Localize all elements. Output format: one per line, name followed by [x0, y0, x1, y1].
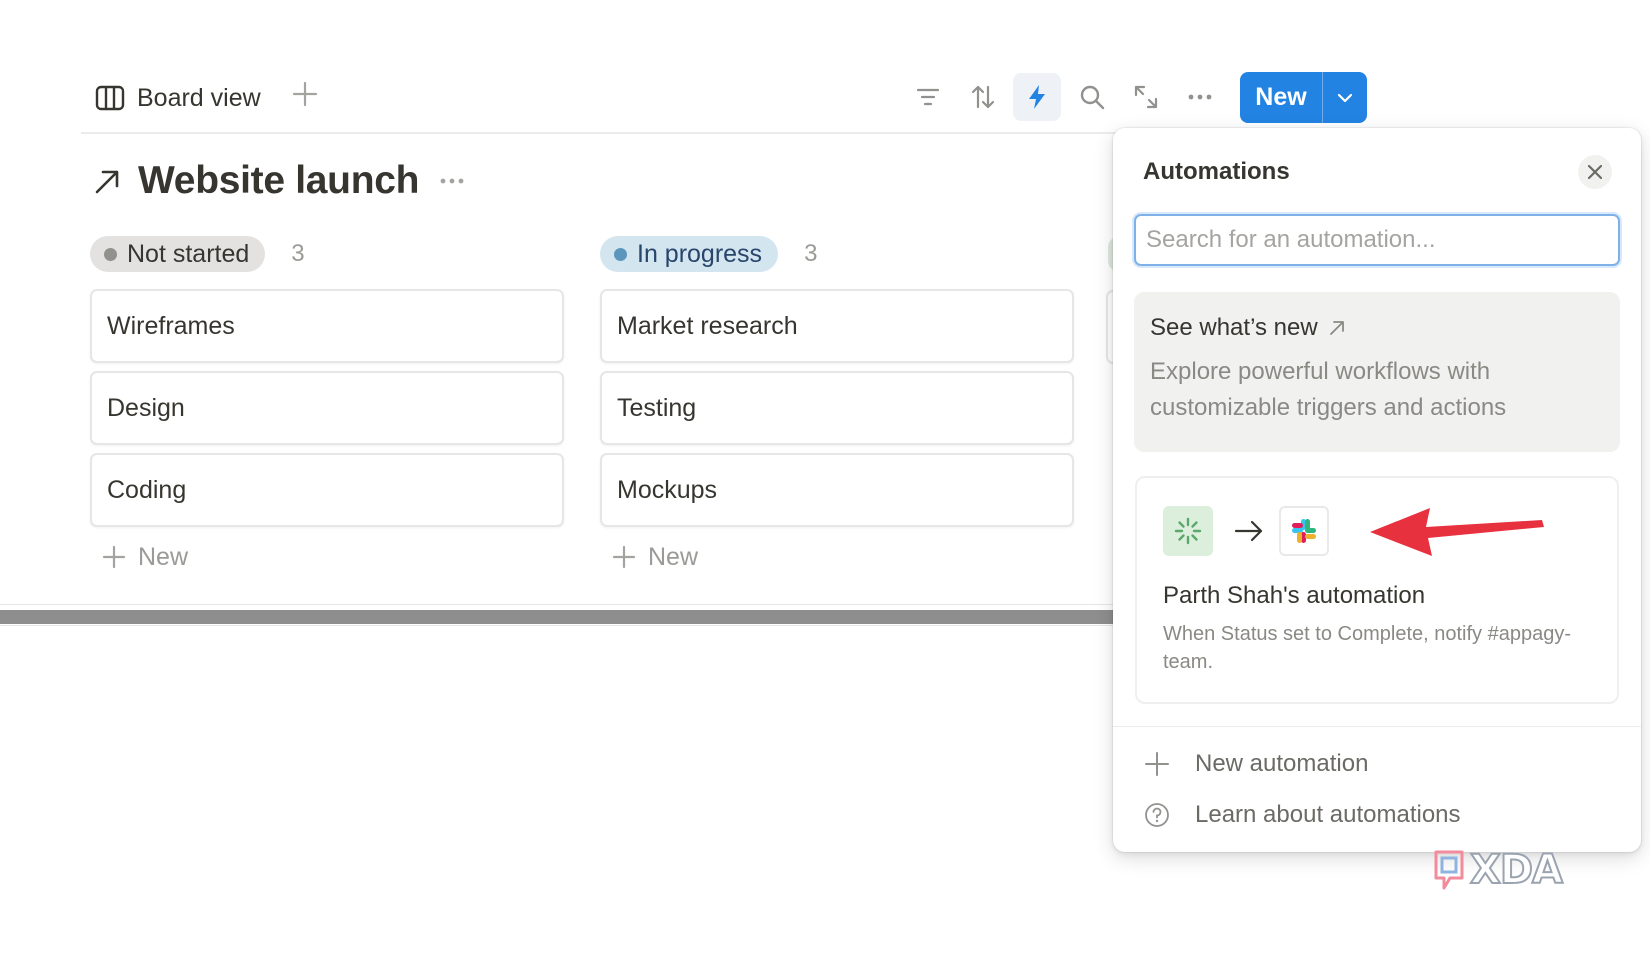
automation-name: Parth Shah's automation	[1163, 582, 1426, 609]
status-pill-in-progress[interactable]: In progress	[600, 236, 779, 272]
column-count: 3	[804, 240, 818, 267]
chevron-down-icon	[1337, 93, 1353, 102]
board-column-not-started: Not started 3 Wireframes Design Coding N…	[90, 235, 564, 579]
add-card-label: New	[138, 542, 189, 571]
new-automation-button[interactable]: New automation	[1143, 744, 1368, 784]
expand-button[interactable]	[1122, 73, 1170, 121]
plus-icon	[1145, 752, 1169, 776]
horizontal-scrollbar[interactable]	[0, 610, 1120, 624]
plus-icon	[612, 545, 636, 569]
search-icon	[1080, 85, 1105, 110]
add-card-button[interactable]: New	[600, 535, 1074, 579]
board-column-in-progress: In progress 3 Market research Testing Mo…	[600, 235, 1074, 579]
new-button[interactable]: New	[1240, 72, 1322, 123]
add-view-icon[interactable]	[292, 81, 318, 107]
board-divider	[0, 604, 1120, 605]
board-card[interactable]: Design	[90, 371, 564, 445]
more-icon	[1188, 94, 1212, 100]
watermark-text: XDA	[1469, 846, 1564, 894]
column-header: In progress 3	[600, 235, 1074, 273]
automation-bolt-icon	[1029, 85, 1045, 109]
board-view-icon	[95, 85, 125, 111]
automations-button[interactable]	[1013, 73, 1061, 121]
arrow-right-icon	[1234, 520, 1263, 542]
whats-new-description: Explore powerful workflows with customiz…	[1150, 358, 1507, 421]
automation-search-field[interactable]	[1134, 214, 1620, 266]
whats-new-title: See what’s new	[1150, 314, 1318, 341]
status-dot	[104, 247, 117, 261]
slack-icon	[1279, 506, 1329, 556]
expand-icon	[1134, 85, 1158, 109]
new-automation-label: New automation	[1195, 750, 1369, 777]
database-title-row: Website launch	[92, 155, 467, 207]
add-card-button[interactable]: New	[90, 535, 564, 579]
column-count: 3	[291, 240, 305, 267]
board-card[interactable]: Testing	[600, 371, 1074, 445]
board-divider	[0, 625, 1120, 626]
linked-database-arrow-icon[interactable]	[92, 166, 122, 196]
automation-search-input[interactable]	[1136, 216, 1618, 264]
close-icon	[1587, 164, 1603, 180]
board-card[interactable]: Mockups	[600, 453, 1074, 527]
board-card[interactable]: Coding	[90, 453, 564, 527]
popover-title: Automations	[1143, 158, 1290, 185]
learn-automations-label: Learn about automations	[1195, 801, 1461, 828]
sort-button[interactable]	[959, 73, 1007, 121]
plus-icon	[102, 545, 126, 569]
search-button[interactable]	[1068, 73, 1116, 121]
filter-icon	[916, 88, 940, 106]
xda-watermark: XDA	[1432, 845, 1564, 895]
automation-description: When Status set to Complete, notify #app…	[1163, 623, 1571, 673]
board-toolbar: Board view New	[0, 0, 1650, 133]
view-tab-label: Board view	[137, 83, 261, 112]
learn-automations-link[interactable]: Learn about automations	[1143, 795, 1461, 835]
automations-popover: Automations See what’s new Explore power…	[1113, 128, 1641, 852]
status-trigger-icon	[1163, 506, 1213, 556]
status-pill-not-started[interactable]: Not started	[90, 236, 266, 272]
new-button-group: New	[1240, 72, 1367, 123]
board-card[interactable]: Market research	[600, 289, 1074, 363]
toolbar-divider	[81, 132, 1121, 134]
status-label: In progress	[637, 239, 763, 268]
more-options-button[interactable]	[1176, 73, 1224, 121]
board-card[interactable]: Wireframes	[90, 289, 564, 363]
xda-logo-icon	[1434, 850, 1464, 890]
close-button[interactable]	[1578, 155, 1612, 189]
add-card-label: New	[648, 542, 699, 571]
sort-icon	[971, 85, 995, 109]
help-circle-icon	[1145, 803, 1169, 827]
title-more-icon[interactable]	[437, 166, 467, 196]
whats-new-title-row: See what’s new	[1150, 314, 1604, 342]
annotation-arrow-icon	[1370, 508, 1544, 556]
column-header: Not started 3	[90, 235, 564, 273]
filter-button[interactable]	[904, 73, 952, 121]
new-dropdown-button[interactable]	[1323, 72, 1367, 123]
board-view-tab[interactable]: Board view	[95, 78, 261, 118]
whats-new-card[interactable]: See what’s new Explore powerful workflow…	[1134, 292, 1620, 452]
status-label: Not started	[127, 239, 250, 268]
page-title[interactable]: Website launch	[138, 159, 419, 203]
popover-divider	[1113, 726, 1641, 727]
status-dot	[614, 247, 627, 261]
external-link-icon	[1329, 321, 1344, 335]
